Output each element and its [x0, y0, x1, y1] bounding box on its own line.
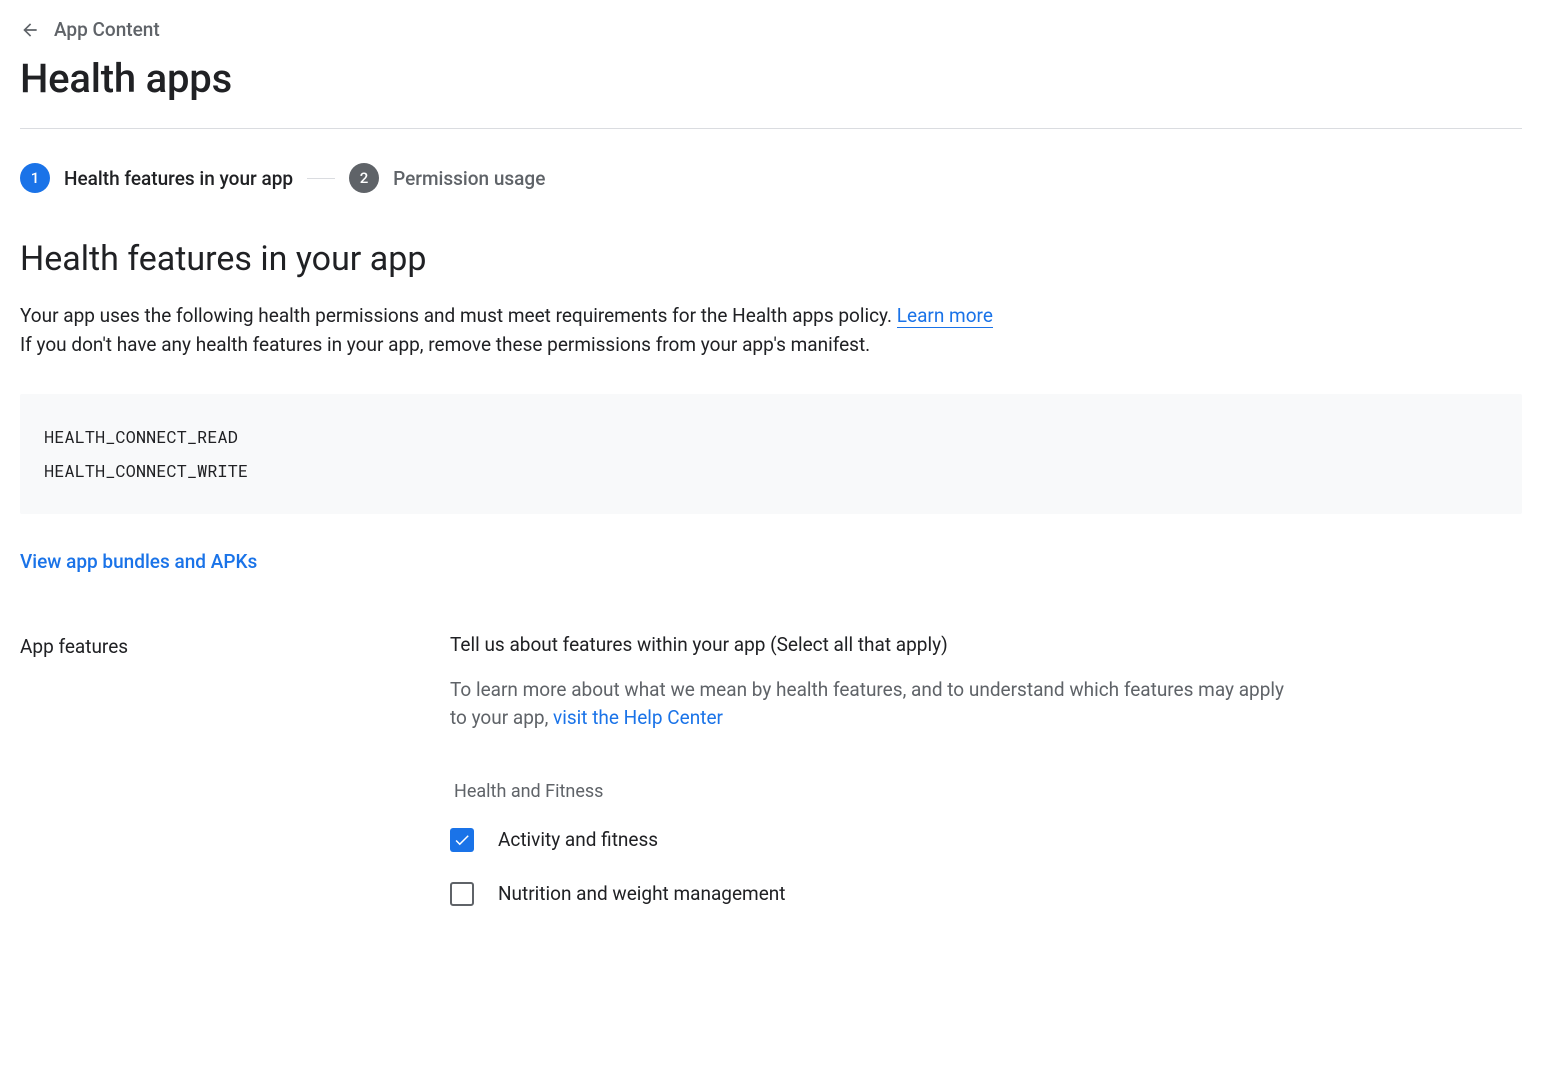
desc-text: Your app uses the following health permi… [20, 304, 897, 327]
learn-more-link[interactable]: Learn more [897, 304, 993, 328]
step-permission-usage[interactable]: 2 Permission usage [349, 163, 545, 193]
checkbox-label: Nutrition and weight management [498, 882, 786, 905]
form-label: App features [20, 633, 450, 658]
section-title: Health features in your app [20, 239, 1522, 279]
checkbox-nutrition-weight[interactable]: Nutrition and weight management [450, 882, 1300, 906]
divider [20, 128, 1522, 129]
checkbox-checked-icon [450, 828, 474, 852]
checkbox-unchecked-icon [450, 882, 474, 906]
breadcrumb-label[interactable]: App Content [54, 18, 160, 41]
page-title: Health apps [20, 55, 1522, 102]
section-description: Your app uses the following health permi… [20, 301, 1522, 360]
step-label: Permission usage [393, 167, 545, 190]
step-connector [307, 178, 335, 179]
field-title: Tell us about features within your app (… [450, 633, 1300, 656]
app-features-row: App features Tell us about features with… [20, 633, 1522, 906]
step-health-features[interactable]: 1 Health features in your app [20, 163, 293, 193]
checkbox-activity-fitness[interactable]: Activity and fitness [450, 828, 1300, 852]
step-badge: 1 [20, 163, 50, 193]
help-center-link[interactable]: visit the Help Center [553, 706, 723, 729]
step-label: Health features in your app [64, 167, 293, 190]
checkbox-label: Activity and fitness [498, 828, 658, 851]
breadcrumb: App Content [20, 18, 1522, 41]
step-badge: 2 [349, 163, 379, 193]
field-hint: To learn more about what we mean by heal… [450, 676, 1300, 733]
stepper: 1 Health features in your app 2 Permissi… [20, 163, 1522, 193]
back-arrow-icon[interactable] [20, 20, 40, 40]
checkbox-group-label: Health and Fitness [454, 781, 1300, 802]
permission-entry: HEALTH_CONNECT_WRITE [44, 454, 1498, 488]
desc-text-line2: If you don't have any health features in… [20, 333, 870, 356]
permission-entry: HEALTH_CONNECT_READ [44, 420, 1498, 454]
view-bundles-link[interactable]: View app bundles and APKs [20, 550, 257, 573]
permissions-code-block: HEALTH_CONNECT_READ HEALTH_CONNECT_WRITE [20, 394, 1522, 514]
